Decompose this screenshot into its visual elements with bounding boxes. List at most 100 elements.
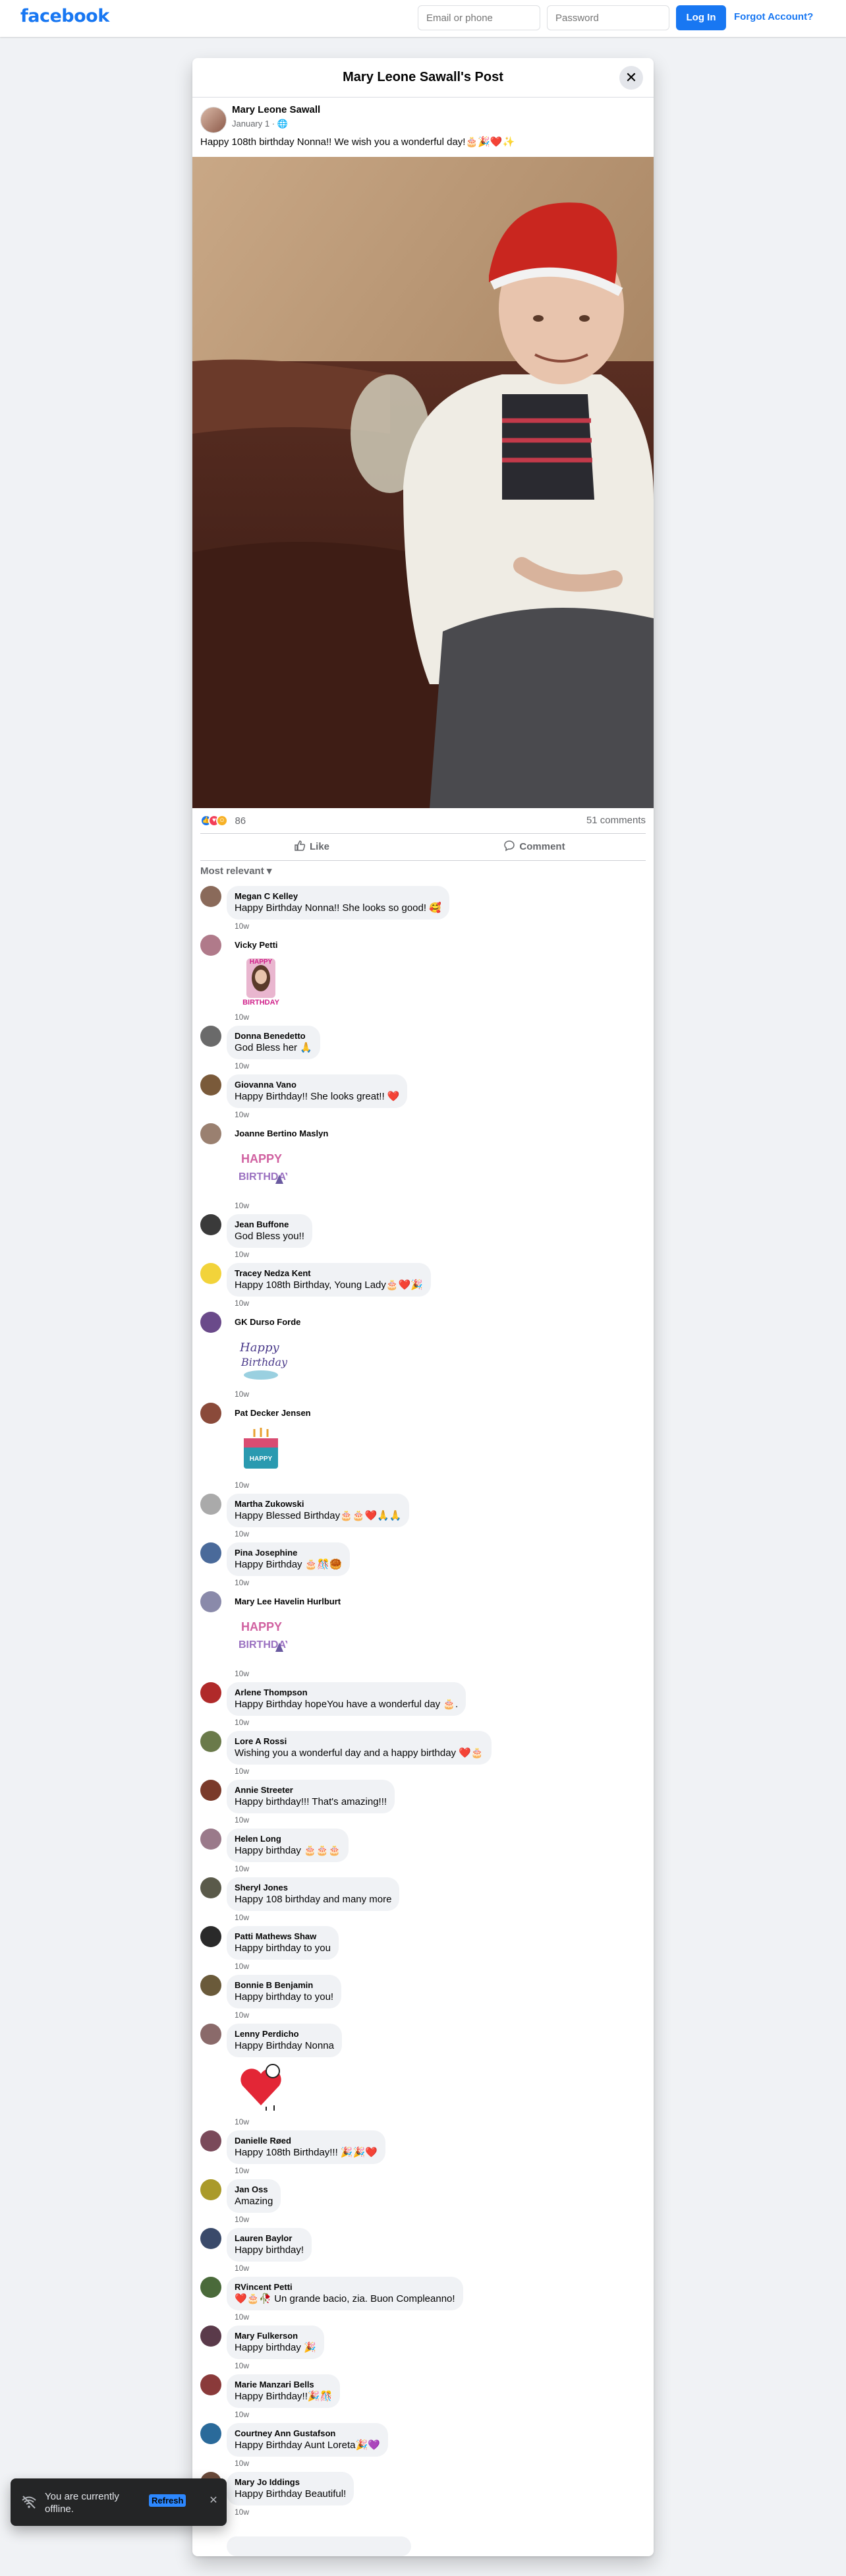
- commenter-name[interactable]: Giovanna Vano: [235, 1080, 399, 1090]
- commenter-name[interactable]: Jean Buffone: [235, 1219, 304, 1230]
- commenter-name[interactable]: Courtney Ann Gustafson: [235, 2428, 380, 2439]
- commenter-avatar[interactable]: [200, 1591, 221, 1612]
- commenter-avatar[interactable]: [200, 1682, 221, 1703]
- commenter-avatar[interactable]: [200, 1542, 221, 1564]
- commenter-avatar[interactable]: [200, 1214, 221, 1235]
- commenter-name[interactable]: GK Durso Forde: [235, 1317, 300, 1328]
- author-name[interactable]: Mary Leone Sawall: [232, 104, 320, 115]
- commenter-name[interactable]: Patti Mathews Shaw: [235, 1931, 331, 1942]
- sort-comments-dropdown[interactable]: Most relevant ▾: [200, 865, 271, 877]
- commenter-avatar[interactable]: [200, 1829, 221, 1850]
- commenter-name[interactable]: Joanne Bertino Maslyn: [235, 1128, 328, 1139]
- commenter-name[interactable]: Lauren Baylor: [235, 2233, 304, 2244]
- heart-character-sticker[interactable]: [235, 2059, 287, 2112]
- commenter-avatar[interactable]: [200, 2130, 221, 2152]
- password-input[interactable]: [547, 5, 669, 30]
- comment-timestamp[interactable]: 10w: [235, 1110, 249, 1119]
- commenter-name[interactable]: Sheryl Jones: [235, 1883, 391, 1893]
- comment-count[interactable]: 51 comments: [586, 815, 646, 826]
- comment-button[interactable]: Comment: [423, 836, 646, 858]
- comment-timestamp[interactable]: 10w: [235, 1012, 249, 1022]
- commenter-avatar[interactable]: [200, 935, 221, 956]
- commenter-avatar[interactable]: [200, 2423, 221, 2444]
- commenter-name[interactable]: Marie Manzari Bells: [235, 2380, 332, 2390]
- email-input[interactable]: [418, 5, 540, 30]
- comment-timestamp[interactable]: 10w: [235, 2361, 249, 2370]
- commenter-avatar[interactable]: [200, 1731, 221, 1752]
- commenter-name[interactable]: Bonnie B Benjamin: [235, 1980, 333, 1991]
- happy-birthday-photo-sticker[interactable]: HAPPY BIRTHDAY: [235, 954, 287, 1007]
- happy-birthday-sticker[interactable]: HAPPYBIRTHDAY: [235, 1143, 287, 1196]
- post-photo[interactable]: [192, 157, 654, 808]
- commenter-avatar[interactable]: [200, 886, 221, 907]
- commenter-avatar[interactable]: [200, 1403, 221, 1424]
- commenter-avatar[interactable]: [200, 1312, 221, 1333]
- comment-timestamp[interactable]: 10w: [235, 2312, 249, 2322]
- commenter-name[interactable]: Pat Decker Jensen: [235, 1408, 311, 1419]
- comment-timestamp[interactable]: 10w: [235, 1529, 249, 1538]
- close-toast-icon[interactable]: ✕: [206, 2493, 221, 2509]
- forgot-account-link[interactable]: Forgot Account?: [734, 11, 813, 22]
- commenter-name[interactable]: Danielle Røed: [235, 2136, 378, 2146]
- commenter-avatar[interactable]: [200, 1926, 221, 1947]
- happy-birthday-script-sticker[interactable]: HappyBirthday: [235, 1332, 287, 1384]
- commenter-name[interactable]: Pina Josephine: [235, 1548, 342, 1558]
- commenter-name[interactable]: Vicky Petti: [235, 940, 278, 951]
- commenter-name[interactable]: Tracey Nedza Kent: [235, 1268, 423, 1279]
- commenter-avatar[interactable]: [200, 1026, 221, 1047]
- comment-timestamp[interactable]: 10w: [235, 1864, 249, 1873]
- refresh-link[interactable]: Refresh: [149, 2494, 186, 2507]
- commenter-name[interactable]: Lenny Perdicho: [235, 2029, 334, 2039]
- commenter-name[interactable]: Donna Benedetto: [235, 1031, 312, 1041]
- commenter-name[interactable]: RVincent Petti: [235, 2282, 455, 2293]
- comment-timestamp[interactable]: 10w: [235, 2010, 249, 2020]
- comment-timestamp[interactable]: 10w: [235, 1299, 249, 1308]
- close-icon[interactable]: ✕: [619, 66, 643, 90]
- author-avatar[interactable]: [200, 107, 227, 133]
- commenter-avatar[interactable]: [200, 1123, 221, 1144]
- comment-timestamp[interactable]: 10w: [235, 2507, 249, 2517]
- commenter-name[interactable]: Jan Oss: [235, 2184, 273, 2195]
- commenter-avatar[interactable]: [200, 2179, 221, 2200]
- commenter-avatar[interactable]: [200, 1263, 221, 1284]
- comment-timestamp[interactable]: 10w: [235, 2215, 249, 2224]
- commenter-name[interactable]: Martha Zukowski: [235, 1499, 401, 1509]
- commenter-name[interactable]: Mary Lee Havelin Hurlburt: [235, 1596, 341, 1607]
- comment-timestamp[interactable]: 10w: [235, 1913, 249, 1922]
- commenter-name[interactable]: Annie Streeter: [235, 1785, 387, 1796]
- happy-birthday-cake-sticker[interactable]: HAPPY: [235, 1422, 287, 1475]
- login-button[interactable]: Log In: [676, 5, 726, 30]
- comment-timestamp[interactable]: 10w: [235, 1767, 249, 1776]
- commenter-avatar[interactable]: [200, 2277, 221, 2298]
- commenter-name[interactable]: Lore A Rossi: [235, 1736, 484, 1747]
- commenter-avatar[interactable]: [200, 1494, 221, 1515]
- comment-timestamp[interactable]: 10w: [235, 2117, 249, 2126]
- like-button[interactable]: Like: [200, 836, 423, 858]
- commenter-avatar[interactable]: [200, 2374, 221, 2395]
- commenter-avatar[interactable]: [200, 1074, 221, 1096]
- reaction-summary[interactable]: 👍 ♥ ☺ 86: [200, 815, 246, 828]
- comment-timestamp[interactable]: 10w: [235, 1061, 249, 1070]
- commenter-avatar[interactable]: [200, 1780, 221, 1801]
- commenter-name[interactable]: Megan C Kelley: [235, 891, 441, 902]
- comment-timestamp[interactable]: 10w: [235, 1578, 249, 1587]
- comment-timestamp[interactable]: 10w: [235, 2264, 249, 2273]
- comment-timestamp[interactable]: 10w: [235, 1718, 249, 1727]
- commenter-name[interactable]: Mary Jo Iddings: [235, 2477, 346, 2488]
- post-date[interactable]: January 1 · 🌐: [232, 119, 288, 129]
- comment-timestamp[interactable]: 10w: [235, 922, 249, 931]
- comment-timestamp[interactable]: 10w: [235, 1250, 249, 1259]
- commenter-avatar[interactable]: [200, 1975, 221, 1996]
- comment-timestamp[interactable]: 10w: [235, 1390, 249, 1399]
- comment-timestamp[interactable]: 10w: [235, 2166, 249, 2175]
- happy-birthday-sticker[interactable]: HAPPYBIRTHDAY: [235, 1611, 287, 1664]
- commenter-avatar[interactable]: [200, 2024, 221, 2045]
- comment-timestamp[interactable]: 10w: [235, 1669, 249, 1678]
- comment-timestamp[interactable]: 10w: [235, 1480, 249, 1490]
- comment-timestamp[interactable]: 10w: [235, 1815, 249, 1825]
- comment-timestamp[interactable]: 10w: [235, 1201, 249, 1210]
- commenter-name[interactable]: Arlene Thompson: [235, 1687, 458, 1698]
- comment-timestamp[interactable]: 10w: [235, 2410, 249, 2419]
- commenter-avatar[interactable]: [200, 1877, 221, 1898]
- commenter-name[interactable]: Mary Fulkerson: [235, 2331, 316, 2341]
